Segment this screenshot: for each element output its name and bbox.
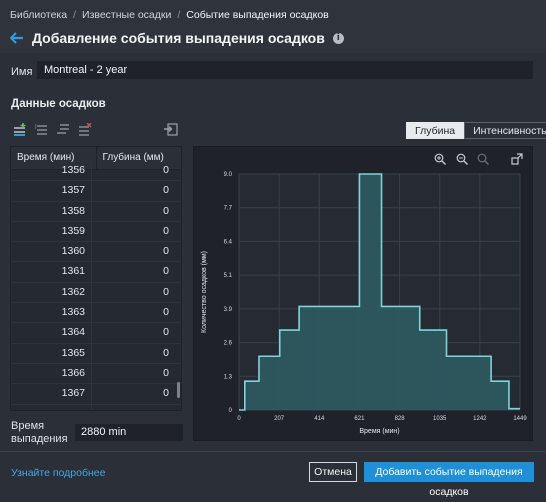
table-row[interactable]: 1366 0 bbox=[11, 363, 181, 385]
footer-divider bbox=[0, 451, 546, 452]
depth-cell[interactable]: 0 bbox=[91, 161, 173, 181]
table-row[interactable]: 1360 0 bbox=[11, 242, 181, 263]
intensity-toggle-button[interactable]: Интенсивность bbox=[464, 122, 546, 139]
table-row[interactable]: 1367 0 bbox=[11, 384, 181, 405]
depth-cell[interactable]: 0 bbox=[91, 242, 173, 262]
rainfall-table: Время (мин) Глубина (мм) 1356 0 1357 0 1358 0… bbox=[10, 146, 182, 411]
x-tick-label: 414 bbox=[314, 416, 325, 422]
x-axis-label: Время (мин) bbox=[359, 428, 399, 435]
y-tick-label: 5.1 bbox=[224, 273, 233, 279]
table-row[interactable]: 1357 0 bbox=[11, 181, 181, 202]
x-tick-label: 1035 bbox=[433, 416, 447, 422]
time-cell[interactable]: 1356 bbox=[11, 161, 91, 180]
x-tick-label: 0 bbox=[237, 416, 241, 422]
import-icon[interactable] bbox=[164, 123, 178, 136]
y-tick-label: 1.3 bbox=[224, 374, 233, 380]
name-label: Имя bbox=[11, 66, 33, 78]
zoom-in-icon[interactable] bbox=[434, 153, 446, 165]
depth-cell[interactable]: 0 bbox=[91, 282, 173, 303]
title-row: Добавление события выпадения осадков i bbox=[10, 30, 344, 46]
breadcrumb-known-rainfall[interactable]: Известные осадки bbox=[82, 9, 171, 21]
table-row[interactable]: 1364 0 bbox=[11, 323, 181, 344]
y-tick-label: 6.4 bbox=[224, 239, 233, 245]
depth-cell[interactable]: 0 bbox=[91, 343, 173, 363]
cancel-button[interactable]: Отмена bbox=[309, 462, 357, 482]
insert-row-icon[interactable] bbox=[35, 123, 49, 136]
time-cell[interactable]: 1365 bbox=[11, 344, 91, 363]
time-cell[interactable]: 1358 bbox=[11, 202, 91, 221]
x-tick-label: 207 bbox=[274, 416, 285, 422]
depth-cell[interactable]: 0 bbox=[91, 303, 173, 323]
x-tick-label: 1449 bbox=[513, 416, 527, 422]
table-row[interactable]: 13680 bbox=[11, 404, 181, 410]
table-row[interactable]: 1361 0 bbox=[11, 262, 181, 283]
table-row[interactable]: 1356 0 bbox=[11, 161, 181, 182]
depth-cell[interactable]: 0 bbox=[91, 384, 173, 404]
info-icon[interactable]: i bbox=[332, 32, 344, 44]
duration-label: Время выпадения bbox=[11, 420, 68, 446]
table-row[interactable]: 1362 0 bbox=[11, 282, 181, 304]
time-cell[interactable]: 1366 bbox=[11, 364, 91, 383]
depth-cell[interactable]: 0 bbox=[91, 201, 173, 221]
table-scrollbar[interactable] bbox=[177, 382, 180, 398]
back-arrow-icon[interactable] bbox=[10, 32, 24, 44]
time-cell[interactable]: 1367 bbox=[11, 384, 91, 403]
time-cell[interactable]: 1368 bbox=[11, 405, 91, 410]
delete-row-icon[interactable] bbox=[78, 123, 92, 136]
duration-input[interactable]: 2880 min bbox=[75, 424, 183, 441]
depth-intensity-toggle: Глубина Интенсивность bbox=[406, 122, 546, 139]
time-cell[interactable]: 1359 bbox=[11, 222, 91, 241]
page-title: Добавление события выпадения осадков bbox=[32, 30, 325, 46]
y-tick-label: 9.0 bbox=[224, 172, 233, 178]
table-row[interactable]: 1359 0 bbox=[11, 221, 181, 243]
breadcrumb-separator: / bbox=[177, 9, 181, 21]
add-row-icon[interactable] bbox=[13, 123, 27, 136]
x-tick-label: 1242 bbox=[473, 416, 487, 422]
y-axis-label: Количество осадков (мм) bbox=[201, 251, 208, 333]
depth-cell[interactable]: 0 bbox=[91, 262, 173, 282]
time-cell[interactable]: 1363 bbox=[11, 303, 91, 322]
time-cell[interactable]: 1361 bbox=[11, 262, 91, 281]
section-title: Данные осадков bbox=[11, 98, 106, 110]
rainfall-chart: 0 207 414 621 828 1035 1242 1449 0 1.3 2.6 3.9 5.1 6.… bbox=[201, 172, 527, 435]
time-cell[interactable]: 1364 bbox=[11, 323, 91, 342]
chart-panel: 0 207 414 621 828 1035 1242 1449 0 1.3 2.6 3.9 5.1 6.… bbox=[193, 146, 533, 441]
add-event-button[interactable]: Добавить событие выпадения осадков bbox=[364, 462, 534, 498]
time-cell[interactable]: 1357 bbox=[11, 181, 91, 200]
zoom-out-icon[interactable] bbox=[456, 153, 468, 165]
depth-toggle-button[interactable]: Глубина bbox=[406, 122, 465, 139]
depth-cell[interactable]: 0 bbox=[91, 181, 173, 201]
y-tick-label: 7.7 bbox=[224, 206, 233, 212]
breadcrumb-separator: / bbox=[73, 9, 77, 21]
x-tick-label: 828 bbox=[395, 416, 406, 422]
y-tick-label: 0 bbox=[229, 408, 233, 414]
expand-icon[interactable] bbox=[511, 153, 523, 165]
breadcrumb-library[interactable]: Библиотека bbox=[10, 9, 67, 21]
y-tick-label: 3.9 bbox=[224, 307, 233, 313]
depth-cell[interactable]: 0 bbox=[91, 323, 173, 343]
copy-rows-icon[interactable] bbox=[56, 123, 70, 136]
breadcrumb-current: Событие выпадения осадков bbox=[186, 9, 329, 21]
dialog-header: Библиотека / Известные осадки / Событие выпа… bbox=[0, 0, 546, 53]
breadcrumb: Библиотека / Известные осадки / Событие выпа… bbox=[10, 9, 329, 21]
depth-cell[interactable]: 0 bbox=[91, 363, 173, 384]
table-row[interactable]: 1365 0 bbox=[11, 343, 181, 364]
duration-label-line1: Время bbox=[11, 420, 45, 432]
table-body: 1356 0 1357 0 1358 0 1359 0 1360 0 1361 0 1362 0 1363 0… bbox=[11, 161, 181, 410]
x-tick-label: 621 bbox=[354, 416, 365, 422]
time-cell[interactable]: 1362 bbox=[11, 283, 91, 302]
depth-cell[interactable]: 0 bbox=[91, 221, 173, 242]
name-input[interactable] bbox=[37, 61, 533, 79]
zoom-reset-icon[interactable] bbox=[477, 153, 489, 165]
time-cell[interactable]: 1360 bbox=[11, 242, 91, 261]
y-tick-label: 2.6 bbox=[224, 341, 233, 347]
learn-more-link[interactable]: Узнайте подробнее bbox=[11, 467, 105, 479]
duration-label-line2: выпадения bbox=[11, 433, 68, 445]
table-row[interactable]: 1363 0 bbox=[11, 303, 181, 324]
table-row[interactable]: 1358 0 bbox=[11, 201, 181, 222]
depth-cell[interactable]: 0 bbox=[91, 404, 173, 410]
